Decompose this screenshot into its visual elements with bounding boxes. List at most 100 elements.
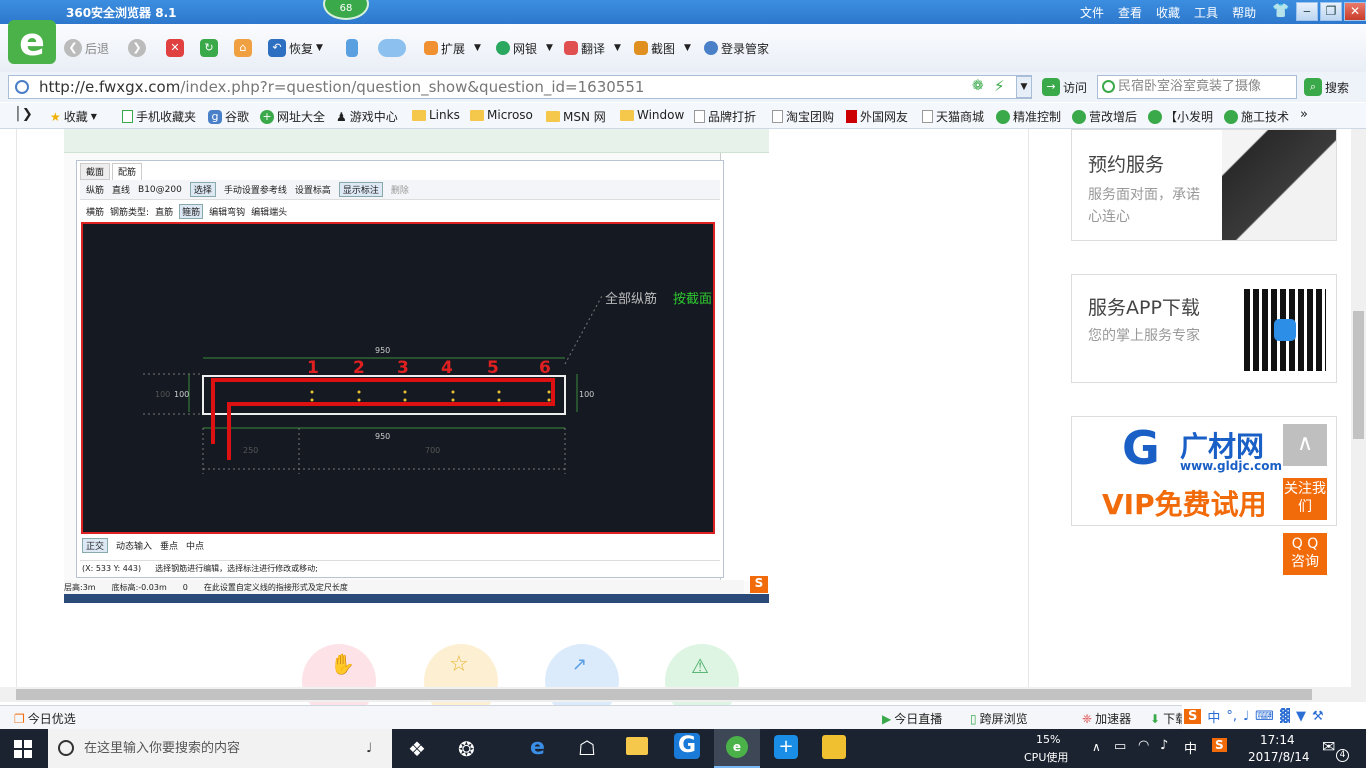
battery-icon[interactable]: ▭ [1114, 739, 1126, 754]
horizontal-scrollbar[interactable] [0, 687, 1366, 702]
notification-icon[interactable]: ✉ [1322, 737, 1335, 756]
accelerator-button[interactable]: ❈ 加速器 [1082, 710, 1131, 727]
perpendicular-snap[interactable]: 垂点 [160, 539, 178, 552]
cad-show-dims[interactable]: 显示标注 [338, 182, 383, 197]
menu-help[interactable]: 帮助 [1232, 4, 1256, 21]
fav-item[interactable]: 外国网友 [846, 108, 908, 125]
fav-item[interactable]: ♟ 游戏中心 [336, 108, 398, 125]
microphone-icon[interactable]: ♩ [1243, 709, 1249, 724]
sogou-tray-icon[interactable]: S [1212, 738, 1227, 752]
cloud-button[interactable] [378, 36, 406, 60]
app-download-card[interactable]: 服务APP下载 您的掌上服务专家 [1071, 274, 1337, 383]
sidebar-toggle-icon[interactable]: │❯ [14, 107, 33, 122]
cross-screen-button[interactable]: ▯ 跨屏浏览 [970, 710, 1028, 727]
address-input[interactable]: http://e.fwxgx.com/index.php?r=question/… [8, 75, 1032, 99]
vertical-scrollbar[interactable] [1351, 129, 1366, 687]
home-button[interactable]: ⌂ [234, 36, 252, 60]
glodon-icon[interactable]: G [674, 733, 700, 759]
cad-long-bar[interactable]: 纵筋 [86, 183, 104, 196]
punctuation-icon[interactable]: °, [1226, 709, 1237, 724]
fav-item[interactable]: 【小发明 [1148, 108, 1213, 125]
vertical-scroll-thumb[interactable] [1353, 311, 1364, 439]
translate-button[interactable]: 翻译 ▼ [564, 36, 621, 60]
forward-button[interactable]: ❯ [128, 36, 146, 60]
menu-view[interactable]: 查看 [1118, 4, 1142, 21]
more-favorites-icon[interactable]: » [1300, 107, 1308, 122]
fav-item[interactable]: 品牌打折 [694, 108, 756, 125]
search-button[interactable]: ⌕ 搜索 [1304, 75, 1349, 99]
store-icon[interactable]: ☖ [578, 736, 596, 760]
dynamic-input-toggle[interactable]: 动态输入 [116, 539, 152, 552]
qq-consult-button[interactable]: Q Q 咨询 [1283, 533, 1327, 575]
microphone-icon[interactable]: ♩ [366, 729, 372, 768]
midpoint-snap[interactable]: 中点 [186, 539, 204, 552]
back-to-top-button[interactable]: ∧ [1283, 424, 1327, 466]
windows-start-icon[interactable] [14, 740, 32, 758]
ime-mode[interactable]: 中 [1207, 707, 1220, 726]
fav-item[interactable]: 手机收藏夹 [122, 108, 196, 125]
skin-icon[interactable]: ▓ [1280, 709, 1290, 724]
horizontal-scroll-thumb[interactable] [16, 689, 1312, 700]
ortho-toggle[interactable]: 正交 [82, 538, 109, 553]
cad-stirrup[interactable]: 箍筋 [179, 203, 204, 219]
sogou-logo-icon[interactable]: S [1184, 708, 1202, 724]
fav-item[interactable]: 淘宝团购 [772, 108, 834, 125]
fav-item[interactable]: Window [620, 108, 684, 122]
browser-task-active[interactable]: e [714, 729, 760, 768]
cad-delete[interactable]: 删除 [391, 183, 409, 196]
cad-set-elevation[interactable]: 设置标高 [295, 183, 331, 196]
visit-button[interactable]: → 访问 [1042, 75, 1087, 99]
shirt-icon[interactable]: ▼ [1296, 709, 1306, 724]
phone-button[interactable] [346, 36, 358, 60]
tab-rebar[interactable]: 配筋 [112, 163, 143, 180]
fav-item[interactable]: + 网址大全 [260, 108, 325, 125]
cad-edit-hook[interactable]: 编辑弯钩 [209, 205, 245, 218]
fav-item[interactable]: Microso [470, 108, 533, 122]
cad-ref-line[interactable]: 手动设置参考线 [224, 183, 287, 196]
follow-button[interactable]: 关注我们 [1283, 478, 1327, 520]
live-button[interactable]: ▶ 今日直播 [882, 710, 942, 727]
netbank-button[interactable]: 网银 ▼ [496, 36, 553, 60]
keyboard-icon[interactable]: ⌨ [1255, 709, 1274, 724]
lightning-icon[interactable]: ⚡ [994, 77, 1005, 95]
menu-file[interactable]: 文件 [1080, 4, 1104, 21]
cad-spec-select[interactable]: B10@200 [138, 185, 182, 195]
taskbar-search-input[interactable]: 在这里输入你要搜索的内容 ♩ [48, 729, 392, 768]
refresh-button[interactable]: ↻ [200, 36, 218, 60]
wifi-icon[interactable]: ◠ [1138, 738, 1149, 753]
fav-item[interactable]: 营改增后 [1072, 108, 1137, 125]
edge-icon[interactable]: e [530, 735, 545, 760]
cad-canvas[interactable]: 950 950 100 100 100 250 700 1 2 3 4 5 6 … [81, 222, 715, 534]
clock-date[interactable]: 2017/8/14 [1248, 750, 1310, 764]
cad-select-tool[interactable]: 选择 [189, 182, 216, 197]
today-picks[interactable]: ❐ 今日优选 [14, 710, 76, 727]
login-manager-button[interactable]: 登录管家 [704, 36, 769, 60]
restore-button[interactable]: ↶ 恢复 ▼ [268, 36, 323, 60]
back-button[interactable]: ❮ 后退 [64, 36, 109, 60]
fav-item[interactable]: Links [412, 108, 460, 122]
extend-button[interactable]: 扩展 ▼ [424, 36, 481, 60]
cad-line-select[interactable]: 直线 [112, 183, 130, 196]
task-view-icon[interactable]: ❖ [408, 737, 426, 761]
booking-card[interactable]: 预约服务 服务面对面，承诺心连心 [1071, 129, 1337, 241]
fav-item[interactable]: MSN 网 [546, 108, 606, 125]
search-input[interactable]: 民宿卧室浴室竟装了摄像 [1097, 75, 1297, 99]
clock-time[interactable]: 17:14 [1260, 733, 1295, 747]
chevron-up-icon[interactable]: ∧ [1092, 740, 1101, 754]
file-explorer-icon[interactable] [626, 737, 648, 755]
volume-icon[interactable]: ♪ [1160, 738, 1168, 753]
shirt-icon[interactable]: 👕 [1272, 3, 1289, 19]
screenshot-button[interactable]: 截图 ▼ [634, 36, 691, 60]
fav-item[interactable]: 天猫商城 [922, 108, 984, 125]
close-button[interactable]: ✕ [1344, 2, 1366, 21]
menu-favorites[interactable]: 收藏 [1156, 4, 1180, 21]
fav-item[interactable]: g 谷歌 [208, 108, 249, 125]
tab-section[interactable]: 截面 [80, 163, 111, 180]
wrench-icon[interactable]: ⚒ [1312, 709, 1324, 724]
address-dropdown[interactable]: ▼ [1016, 76, 1032, 98]
language-indicator[interactable]: 中 [1184, 738, 1197, 757]
fav-item[interactable]: 施工技术 [1224, 108, 1289, 125]
browser-logo[interactable]: e [8, 20, 56, 64]
cad-straight-bar[interactable]: 直筋 [155, 205, 173, 218]
fav-item[interactable]: ★ 收藏 ▼ [50, 108, 97, 125]
